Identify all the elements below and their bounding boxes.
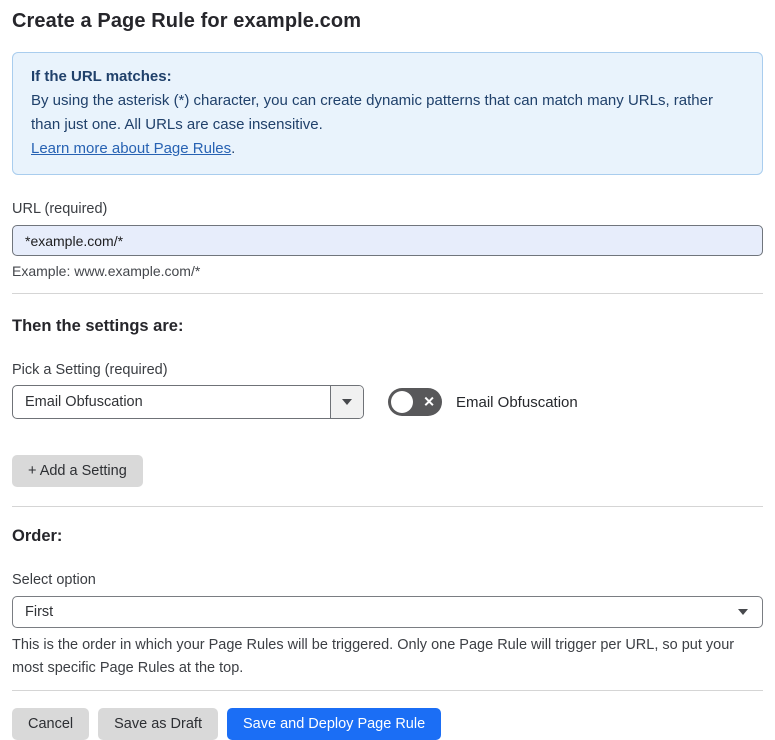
order-help-text: This is the order in which your Page Rul… bbox=[12, 637, 735, 676]
url-field-label: URL (required) bbox=[12, 201, 108, 217]
save-draft-button[interactable]: Save as Draft bbox=[98, 708, 218, 740]
setting-select-arrow-button[interactable] bbox=[330, 386, 363, 418]
url-example-text: Example: www.example.com/* bbox=[12, 263, 201, 279]
order-section-heading: Order: bbox=[12, 527, 63, 545]
divider bbox=[12, 690, 763, 691]
toggle-knob bbox=[391, 391, 413, 413]
setting-select[interactable]: Email Obfuscation bbox=[12, 385, 364, 419]
link-suffix: . bbox=[231, 140, 236, 157]
cancel-button[interactable]: Cancel bbox=[12, 708, 90, 740]
order-select-value: First bbox=[25, 604, 54, 620]
url-match-info-box: If the URL matches: By using the asteris… bbox=[12, 52, 763, 175]
info-box-heading: If the URL matches: bbox=[31, 68, 172, 85]
pick-setting-label: Pick a Setting (required) bbox=[12, 362, 168, 378]
chevron-down-icon bbox=[342, 399, 352, 405]
learn-more-link[interactable]: Learn more about Page Rules bbox=[31, 140, 231, 157]
divider bbox=[12, 506, 763, 507]
order-select-label: Select option bbox=[12, 572, 96, 588]
chevron-down-icon bbox=[738, 609, 748, 615]
footer-actions: Cancel Save as Draft Save and Deploy Pag… bbox=[12, 708, 763, 740]
divider bbox=[12, 293, 763, 294]
url-input[interactable] bbox=[12, 225, 763, 256]
save-deploy-button[interactable]: Save and Deploy Page Rule bbox=[226, 708, 442, 740]
order-select[interactable]: First bbox=[12, 596, 763, 628]
page-rule-form: Create a Page Rule for example.com If th… bbox=[0, 10, 775, 740]
info-box-link-line: Learn more about Page Rules. bbox=[31, 137, 744, 161]
setting-row: Email Obfuscation ✕ Email Obfuscation bbox=[12, 385, 763, 419]
setting-select-value: Email Obfuscation bbox=[25, 394, 143, 410]
add-setting-button[interactable]: + Add a Setting bbox=[12, 455, 143, 487]
toggle-label: Email Obfuscation bbox=[456, 393, 578, 411]
info-box-body: By using the asterisk (*) character, you… bbox=[31, 92, 713, 133]
toggle-off-x-icon: ✕ bbox=[423, 393, 435, 410]
settings-section-heading: Then the settings are: bbox=[12, 317, 184, 335]
page-title: Create a Page Rule for example.com bbox=[12, 10, 362, 32]
email-obfuscation-toggle[interactable]: ✕ bbox=[388, 388, 442, 416]
